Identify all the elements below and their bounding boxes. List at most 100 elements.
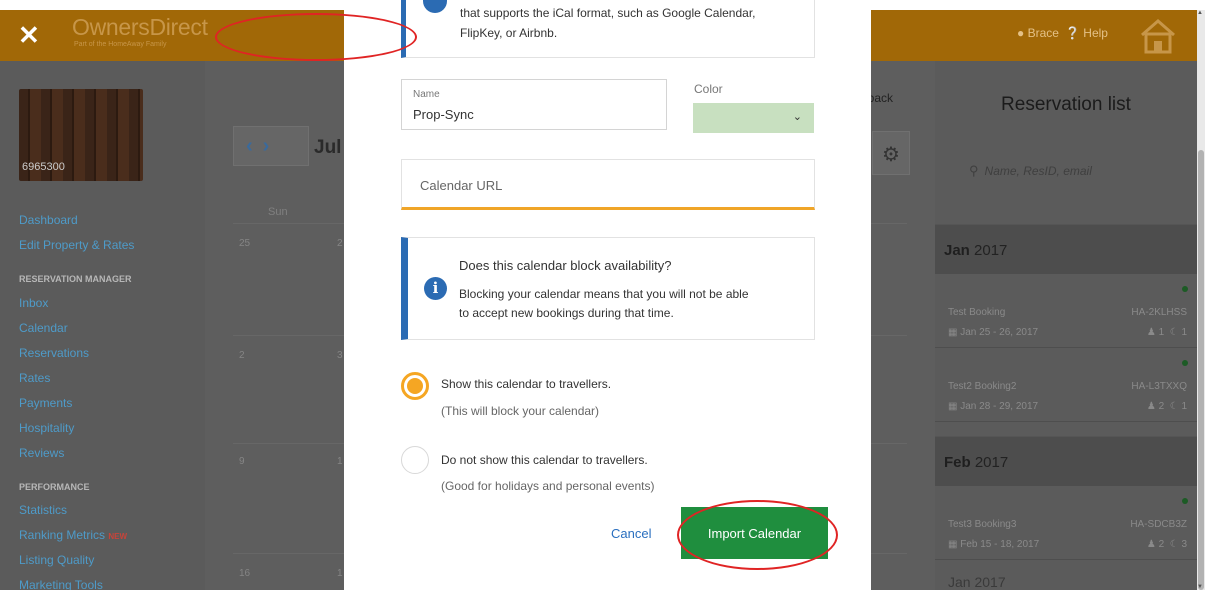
property-photo[interactable]: 6965300 xyxy=(19,89,143,181)
show-calendar-radio[interactable] xyxy=(401,372,429,400)
help-label: Help xyxy=(1083,26,1108,40)
calendar-url-placeholder: Calendar URL xyxy=(420,178,503,193)
calendar-icon: ▦ xyxy=(948,539,958,550)
hide-calendar-label[interactable]: Do not show this calendar to travellers. xyxy=(441,453,648,467)
reservation-card[interactable]: Test Booking HA-2KLHSS ▦ Jan 25 - 26, 20… xyxy=(935,274,1197,348)
guest-count: 2 xyxy=(1158,539,1165,550)
left-sidebar: 6965300 Dashboard Edit Property & Rates … xyxy=(0,61,205,590)
brand-logo[interactable]: OwnersDirect xyxy=(72,14,208,41)
booking-counts: ♟ 2 ☾ 3 xyxy=(1147,539,1187,550)
search-icon: ⚲ xyxy=(969,163,979,178)
calendar-day[interactable]: 2 xyxy=(239,350,245,361)
color-select[interactable]: ⌄ xyxy=(693,103,814,133)
calendar-icon: ▦ xyxy=(948,401,958,412)
user-menu[interactable]: ● Brace xyxy=(1017,26,1059,40)
help-icon: ❔ xyxy=(1065,26,1080,40)
reservation-search[interactable]: ⚲ Name, ResID, email xyxy=(969,163,1092,179)
month-nav-arrows[interactable]: ‹› xyxy=(233,126,309,166)
booking-dates: ▦ Feb 15 - 18, 2017 xyxy=(948,539,1039,550)
calendar-day[interactable]: 3 xyxy=(337,350,343,361)
annotation-circle-header xyxy=(215,13,417,61)
booking-dates: ▦ Jan 25 - 26, 2017 xyxy=(948,327,1038,338)
guest-count: 1 xyxy=(1158,327,1165,338)
user-icon: ● xyxy=(1017,26,1025,40)
house-icon[interactable] xyxy=(1138,17,1178,55)
color-label: Color xyxy=(694,82,723,96)
month-year: 2017 xyxy=(974,454,1009,471)
cancel-button[interactable]: Cancel xyxy=(611,526,651,541)
moon-icon: ☾ xyxy=(1169,401,1179,412)
sidebar-item-rates[interactable]: Rates xyxy=(19,371,50,385)
month-title: Jul xyxy=(314,137,342,158)
reservation-id: HA-2KLHSS xyxy=(1131,307,1187,318)
page-scrollbar[interactable]: ▲ ▼ xyxy=(1197,10,1205,590)
moon-icon: ☾ xyxy=(1169,327,1179,338)
info-icon xyxy=(423,0,447,13)
prev-month-icon[interactable]: ‹ xyxy=(246,135,263,157)
sidebar-item-ranking-metrics[interactable]: Ranking Metrics NEW xyxy=(19,528,127,542)
day-of-week-header: Sun xyxy=(268,206,288,218)
annotation-circle-import-button xyxy=(677,500,838,570)
sidebar-item-marketing-tools[interactable]: Marketing Tools xyxy=(19,578,103,590)
calendar-url-input[interactable]: Calendar URL xyxy=(401,159,815,210)
block-availability-info: Does this calendar block availability? i… xyxy=(401,237,815,340)
name-field-label: Name xyxy=(413,89,440,100)
booking-dates: ▦ Jan 28 - 29, 2017 xyxy=(948,401,1038,412)
next-month-icon[interactable]: › xyxy=(263,135,280,157)
reservation-list-title: Reservation list xyxy=(1001,94,1131,115)
calendar-day[interactable]: 2 xyxy=(337,238,343,249)
sidebar-item-inbox[interactable]: Inbox xyxy=(19,296,48,310)
hide-calendar-radio[interactable] xyxy=(401,446,429,474)
calendar-day[interactable]: 16 xyxy=(239,568,250,579)
reservation-card[interactable]: Test3 Booking3 HA-SDCB3Z ▦ Feb 15 - 18, … xyxy=(935,486,1197,560)
settings-button[interactable]: ⚙ xyxy=(872,131,910,175)
moon-icon: ☾ xyxy=(1169,539,1179,550)
calendar-day[interactable]: 1 xyxy=(337,456,343,467)
sidebar-item-reservations[interactable]: Reservations xyxy=(19,346,89,360)
info-icon: i xyxy=(424,277,447,300)
guest-name: Test2 Booking2 xyxy=(948,381,1017,392)
scroll-up-icon[interactable]: ▲ xyxy=(1197,10,1203,16)
guest-name: Test Booking xyxy=(948,307,1006,318)
calendar-icon: ▦ xyxy=(948,327,958,338)
search-placeholder: Name, ResID, email xyxy=(984,164,1092,178)
reservation-panel: Reservation list ⚲ Name, ResID, email Jan… xyxy=(935,61,1197,590)
sidebar-item-edit-property[interactable]: Edit Property & Rates xyxy=(19,238,134,252)
status-dot xyxy=(1182,498,1188,504)
user-name: Brace xyxy=(1027,26,1059,40)
sidebar-item-dashboard[interactable]: Dashboard xyxy=(19,213,78,227)
night-count: 3 xyxy=(1181,539,1187,550)
reservation-id: HA-L3TXXQ xyxy=(1131,381,1187,392)
calendar-day[interactable]: 25 xyxy=(239,238,250,249)
close-icon[interactable]: ✕ xyxy=(18,22,40,48)
new-badge: NEW xyxy=(108,532,128,541)
month-name: Jan xyxy=(944,242,970,259)
month-year: 2017 xyxy=(974,242,1008,259)
reservation-id: HA-SDCB3Z xyxy=(1130,519,1187,530)
show-calendar-label[interactable]: Show this calendar to travellers. xyxy=(441,377,611,391)
calendar-name-field[interactable]: Name Prop-Sync xyxy=(401,79,667,130)
sidebar-item-reviews[interactable]: Reviews xyxy=(19,446,64,460)
calendar-day[interactable]: 9 xyxy=(239,456,245,467)
scroll-thumb[interactable] xyxy=(1198,150,1204,590)
ical-info-line1: that supports the iCal format, such as G… xyxy=(460,6,756,20)
name-field-value[interactable]: Prop-Sync xyxy=(413,107,474,122)
ical-info-line2: FlipKey, or Airbnb. xyxy=(460,26,558,40)
reservation-card[interactable]: Test2 Booking2 HA-L3TXXQ ▦ Jan 28 - 29, … xyxy=(935,348,1197,422)
booking-counts: ♟ 1 ☾ 1 xyxy=(1147,327,1187,338)
sidebar-item-payments[interactable]: Payments xyxy=(19,396,72,410)
sidebar-item-statistics[interactable]: Statistics xyxy=(19,503,67,517)
ranking-metrics-label: Ranking Metrics xyxy=(19,528,106,542)
sidebar-item-listing-quality[interactable]: Listing Quality xyxy=(19,553,94,567)
month-header-partial: Jan 2017 xyxy=(948,574,1006,590)
calendar-day[interactable]: 1 xyxy=(337,568,343,579)
guests-icon: ♟ xyxy=(1146,401,1156,412)
help-link[interactable]: ❔ Help xyxy=(1065,26,1108,40)
guests-icon: ♟ xyxy=(1146,327,1156,338)
sidebar-item-calendar[interactable]: Calendar xyxy=(19,321,68,335)
status-dot xyxy=(1182,286,1188,292)
sidebar-item-hospitality[interactable]: Hospitality xyxy=(19,421,74,435)
import-calendar-modal: that supports the iCal format, such as G… xyxy=(344,0,871,590)
night-count: 1 xyxy=(1181,401,1187,412)
scroll-down-icon[interactable]: ▼ xyxy=(1197,584,1203,590)
